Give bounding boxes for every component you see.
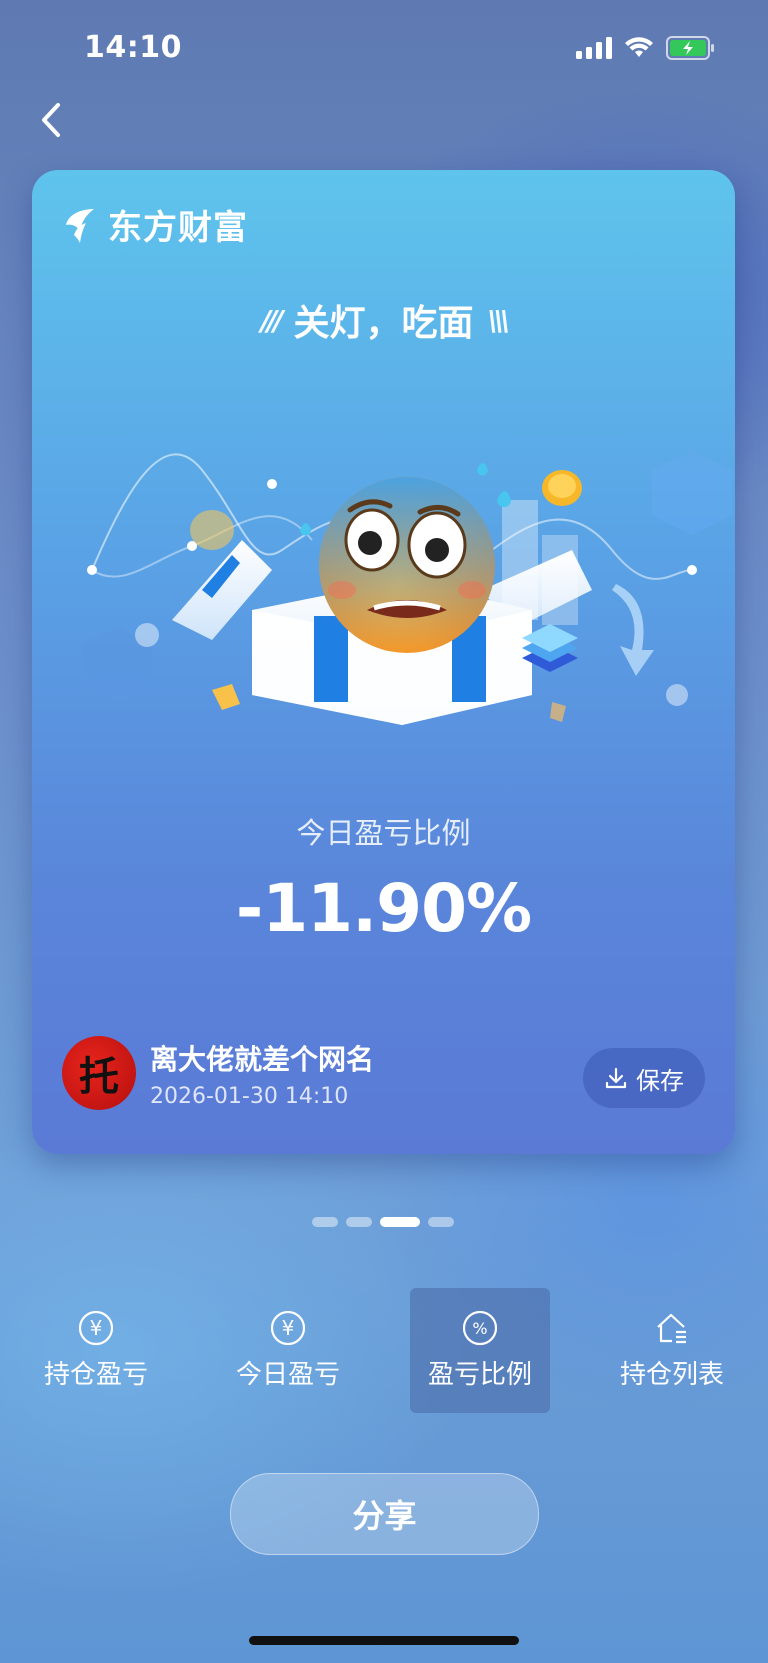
slogan-left-marks: ///: [260, 303, 284, 337]
battery-charging-icon: [666, 36, 714, 60]
back-button[interactable]: [26, 95, 76, 145]
tab-position-pnl[interactable]: ¥ 持仓盈亏: [26, 1288, 166, 1413]
slogan-right-marks: \\\: [487, 303, 511, 337]
tab-position-list[interactable]: 持仓列表: [602, 1288, 742, 1413]
pager-dot-active[interactable]: [380, 1217, 420, 1227]
tab-pnl-ratio[interactable]: % 盈亏比例: [410, 1288, 550, 1413]
share-card: 东方财富 /// 关灯，吃面 \\\ 今日盈亏比例 -11.90% 托 离大佬就…: [32, 170, 735, 1154]
tab-label: 今日盈亏: [235, 1360, 340, 1390]
tab-label: 盈亏比例: [427, 1360, 532, 1390]
percent-circle-icon: %: [462, 1310, 498, 1346]
download-icon: [605, 1067, 627, 1089]
save-button[interactable]: 保存: [583, 1048, 705, 1108]
card-pager: [312, 1217, 454, 1227]
chevron-left-icon: [42, 103, 60, 137]
user-name: 离大佬就差个网名: [150, 1042, 375, 1076]
ratio-label: 今日盈亏比例: [296, 816, 471, 850]
tab-today-pnl[interactable]: ¥ 今日盈亏: [218, 1288, 358, 1413]
graph-node-point: [267, 479, 277, 489]
signal-icon: [576, 37, 612, 59]
user-timestamp: 2026-01-30 14:10: [150, 1083, 349, 1109]
svg-text:%: %: [472, 1319, 487, 1338]
home-indicator: [249, 1636, 519, 1645]
slogan: /// 关灯，吃面 \\\: [32, 294, 735, 346]
pager-dot[interactable]: [428, 1217, 454, 1227]
tab-label: 持仓列表: [619, 1360, 724, 1390]
slogan-text: 关灯，吃面: [293, 303, 474, 344]
avatar: 托: [62, 1036, 136, 1110]
status-time: 14:10: [84, 30, 182, 65]
svg-text:¥: ¥: [282, 1316, 295, 1340]
status-icons: [576, 36, 716, 60]
share-button[interactable]: 分享: [230, 1473, 539, 1555]
share-type-tabs: ¥ 持仓盈亏 ¥ 今日盈亏 % 盈亏比例 持仓列表: [0, 1288, 768, 1413]
ratio-value: -11.90%: [235, 870, 532, 947]
graph-node-point: [687, 565, 697, 575]
brand-name: 东方财富: [108, 208, 248, 248]
house-list-icon: [657, 1313, 686, 1344]
tab-label: 持仓盈亏: [43, 1360, 148, 1390]
pager-dot[interactable]: [312, 1217, 338, 1227]
yen-circle-icon: ¥: [78, 1310, 114, 1346]
yen-circle-icon: ¥: [270, 1310, 306, 1346]
user-info: 托 离大佬就差个网名 2026-01-30 14:10: [62, 1036, 374, 1110]
anxious-emoji-gift-illustration: [82, 450, 732, 725]
eastmoney-logo-icon: [66, 208, 94, 243]
svg-text:¥: ¥: [90, 1316, 103, 1340]
save-label: 保存: [636, 1066, 684, 1095]
graph-node-point: [87, 565, 97, 575]
pager-dot[interactable]: [346, 1217, 372, 1227]
wifi-icon: [625, 37, 653, 57]
brand: 东方财富: [62, 200, 248, 249]
